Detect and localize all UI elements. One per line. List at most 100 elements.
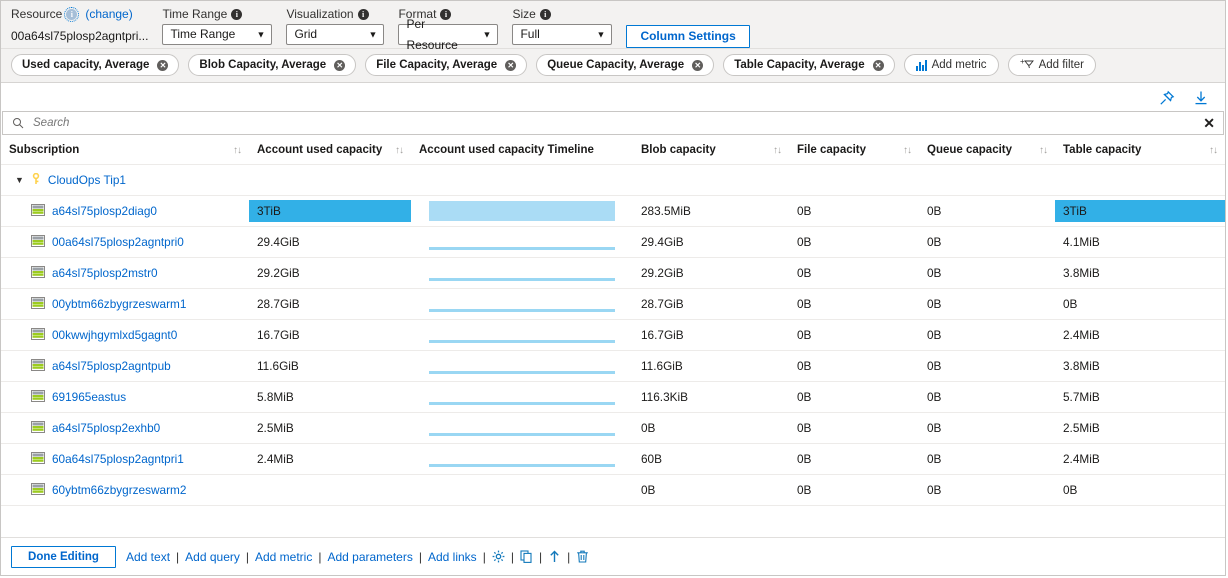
table-row[interactable]: 00a64sl75plosp2agntpri0 29.4GiB 29.4GiB 0B 0…: [1, 226, 1225, 258]
footer-link-add-parameters[interactable]: Add parameters: [327, 550, 412, 564]
footer-link-add-text[interactable]: Add text: [126, 550, 170, 564]
size-select[interactable]: Full ▼: [512, 24, 613, 45]
close-icon[interactable]: ✕: [157, 59, 169, 71]
add-metric-button[interactable]: Add metric: [903, 54, 999, 76]
table-row[interactable]: 60ybtm66zbygrzeswarm2 0B 0B 0B 0B: [1, 474, 1225, 506]
close-icon[interactable]: ✕: [334, 59, 346, 71]
search-clear-icon[interactable]: ✕: [1195, 115, 1223, 132]
column-header-account-used-capacity-timeline[interactable]: Account used capacity Timeline: [411, 135, 633, 165]
resource-link[interactable]: 00a64sl75plosp2agntpri0: [52, 235, 184, 249]
info-icon[interactable]: i: [64, 6, 80, 22]
sort-icon[interactable]: ↑↓: [1039, 145, 1048, 156]
cell-queue-capacity: 0B: [919, 257, 1055, 289]
resource-link[interactable]: 00ybtm66zbygrzeswarm1: [52, 297, 186, 311]
cell-blob-capacity: 0B: [633, 474, 789, 506]
delete-trash-icon[interactable]: [576, 550, 589, 563]
table-group-row[interactable]: ▼ CloudOps Tip1: [1, 164, 1225, 196]
storage-account-icon: [31, 451, 45, 467]
resource-link[interactable]: 691965eastus: [52, 390, 126, 404]
done-editing-button[interactable]: Done Editing: [11, 545, 116, 568]
metric-chip-table-capacity[interactable]: Table Capacity, Average ✕: [723, 54, 895, 76]
resource-link[interactable]: a64sl75plosp2agntpub: [52, 359, 171, 373]
cell-value: 0B: [797, 390, 812, 404]
move-up-icon[interactable]: [548, 550, 561, 563]
resource-link[interactable]: 60ybtm66zbygrzeswarm2: [52, 483, 186, 497]
cell-account-used-capacity-timeline: [411, 443, 633, 475]
table-row[interactable]: 00kwwjhgymlxd5gagnt0 16.7GiB 16.7GiB 0B 0B 2.…: [1, 319, 1225, 351]
download-icon[interactable]: [1193, 90, 1209, 106]
footer-link-add-metric[interactable]: Add metric: [255, 550, 312, 564]
format-select-value: Per Resource: [406, 16, 458, 52]
resource-change-link[interactable]: (change): [85, 7, 132, 21]
visualization-select-value: Grid: [294, 27, 318, 41]
search-bar[interactable]: ✕: [2, 111, 1224, 135]
metric-chip-file-capacity[interactable]: File Capacity, Average ✕: [365, 54, 528, 76]
footer-separator: |: [538, 549, 543, 564]
resource-link[interactable]: a64sl75plosp2diag0: [52, 204, 157, 218]
cell-value: 0B: [927, 204, 942, 218]
table-row[interactable]: 00ybtm66zbygrzeswarm1 28.7GiB 28.7GiB 0B 0B 0…: [1, 288, 1225, 320]
metric-chip-queue-capacity[interactable]: Queue Capacity, Average ✕: [536, 54, 715, 76]
resource-link[interactable]: 00kwwjhgymlxd5gagnt0: [52, 328, 177, 342]
sort-icon[interactable]: ↑↓: [903, 145, 912, 156]
column-header-queue-capacity[interactable]: Queue capacity ↑↓: [919, 135, 1055, 165]
pin-icon[interactable]: [1159, 90, 1175, 106]
table-row[interactable]: 691965eastus 5.8MiB 116.3KiB 0B 0B 5.7MiB: [1, 381, 1225, 413]
settings-gear-icon[interactable]: [492, 550, 505, 563]
cell-account-used-capacity-timeline: [411, 195, 633, 227]
resource-link[interactable]: a64sl75plosp2exhb0: [52, 421, 160, 435]
copy-icon[interactable]: [520, 550, 533, 563]
search-input[interactable]: [31, 116, 1196, 130]
param-size-label-row: Size i: [512, 7, 612, 21]
table-row[interactable]: a64sl75plosp2agntpub 11.6GiB 11.6GiB 0B 0B 3.…: [1, 350, 1225, 382]
column-header-file-capacity[interactable]: File capacity ↑↓: [789, 135, 919, 165]
resource-link[interactable]: 60a64sl75plosp2agntpri1: [52, 452, 184, 466]
table-row[interactable]: a64sl75plosp2exhb0 2.5MiB 0B 0B 0B 2.5MiB: [1, 412, 1225, 444]
close-icon[interactable]: ✕: [505, 59, 517, 71]
footer-link-add-links[interactable]: Add links: [428, 550, 477, 564]
param-resource-value[interactable]: 00a64sl75plosp2agntpri...: [11, 24, 148, 43]
column-header-table-capacity[interactable]: Table capacity ↑↓: [1055, 135, 1225, 165]
info-icon[interactable]: i: [357, 8, 369, 20]
cell-blob-capacity: 29.2GiB: [633, 257, 789, 289]
chip-label: Add filter: [1038, 59, 1084, 71]
cell-value: 28.7GiB: [257, 297, 300, 311]
close-icon[interactable]: ✕: [692, 59, 704, 71]
visualization-select[interactable]: Grid ▼: [286, 24, 385, 45]
table-header-row: Subscription ↑↓ Account used capacity ↑↓…: [1, 135, 1225, 165]
table-row[interactable]: 60a64sl75plosp2agntpri1 2.4MiB 60B 0B 0B 2.4M…: [1, 443, 1225, 475]
cell-subscription: a64sl75plosp2diag0: [1, 195, 249, 227]
chevron-down-icon: ▼: [368, 29, 378, 39]
column-settings-button[interactable]: Column Settings: [626, 25, 750, 48]
close-icon[interactable]: ✕: [872, 59, 884, 71]
column-header-subscription[interactable]: Subscription ↑↓: [1, 135, 249, 165]
storage-account-icon: [31, 389, 45, 405]
metric-chip-used-capacity[interactable]: Used capacity, Average ✕: [11, 54, 180, 76]
table-row[interactable]: a64sl75plosp2diag0 3TiB 283.5MiB 0B 0B 3TiB: [1, 195, 1225, 227]
sort-icon[interactable]: ↑↓: [1209, 145, 1218, 156]
cell-value: 0B: [797, 297, 812, 311]
sort-icon[interactable]: ↑↓: [773, 145, 782, 156]
column-header-blob-capacity[interactable]: Blob capacity ↑↓: [633, 135, 789, 165]
group-name[interactable]: CloudOps Tip1: [48, 173, 126, 187]
footer-link-add-query[interactable]: Add query: [185, 550, 240, 564]
cell-value: 0B: [797, 328, 812, 342]
cell-account-used-capacity: 2.5MiB: [249, 412, 411, 444]
table-row[interactable]: a64sl75plosp2mstr0 29.2GiB 29.2GiB 0B 0B 3.8M…: [1, 257, 1225, 289]
format-select[interactable]: Per Resource ▼: [398, 17, 499, 52]
storage-account-icon: [31, 358, 45, 374]
info-icon[interactable]: i: [231, 8, 243, 20]
cell-value: 2.4MiB: [1063, 328, 1100, 342]
caret-down-icon[interactable]: ▼: [15, 175, 24, 185]
sort-icon[interactable]: ↑↓: [395, 145, 404, 156]
time-range-select[interactable]: Time Range ▼: [162, 24, 273, 45]
column-header-account-used-capacity[interactable]: Account used capacity ↑↓: [249, 135, 411, 165]
resource-link[interactable]: a64sl75plosp2mstr0: [52, 266, 158, 280]
param-format: Format i Per Resource ▼: [398, 7, 499, 52]
add-filter-button[interactable]: + Add filter: [1007, 54, 1096, 76]
cell-queue-capacity: 0B: [919, 381, 1055, 413]
sort-icon[interactable]: ↑↓: [233, 145, 242, 156]
cell-value: 0B: [797, 204, 812, 218]
metric-chip-blob-capacity[interactable]: Blob Capacity, Average ✕: [188, 54, 357, 76]
info-icon[interactable]: i: [539, 8, 551, 20]
